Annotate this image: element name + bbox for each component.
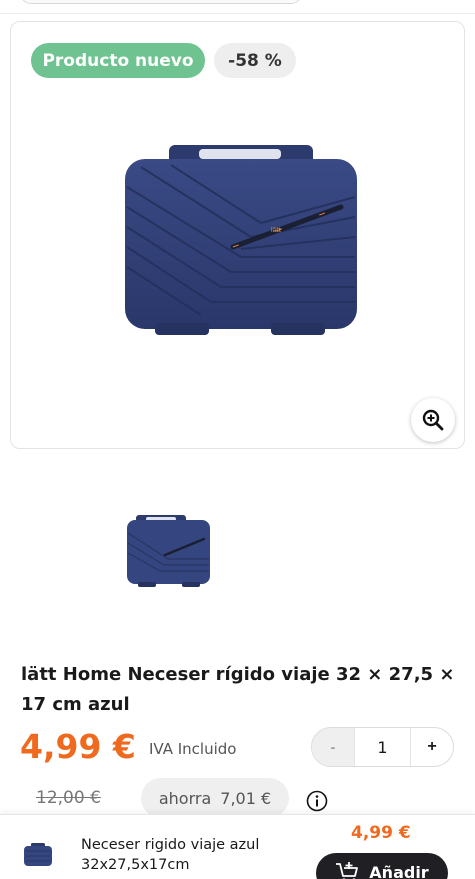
info-icon[interactable] — [306, 790, 328, 812]
new-product-badge: Producto nuevo — [31, 43, 205, 78]
add-to-cart-label: Añadir — [369, 863, 429, 879]
sticky-product-price: 4,99 € — [351, 823, 411, 843]
cart-add-icon — [336, 862, 359, 879]
sticky-product-name: Neceser rigido viaje azul 32x27,5x17cm — [81, 837, 260, 873]
add-to-cart-button[interactable]: Añadir — [316, 853, 448, 879]
quantity-decrease-button[interactable]: - — [312, 728, 354, 766]
discount-badge: -58 % — [214, 43, 296, 78]
quantity-value[interactable]: 1 — [354, 728, 411, 766]
savings-amount: 7,01 € — [220, 788, 272, 808]
sticky-product-thumbnail — [24, 843, 52, 866]
old-price: 12,00 € — [36, 788, 101, 808]
savings-label: ahorra — [158, 788, 212, 808]
quantity-increase-button[interactable]: + — [411, 728, 453, 766]
top-search-strip — [0, 0, 475, 14]
thumbnail-image — [127, 515, 210, 587]
savings-badge: ahorra 7,01 € — [141, 778, 289, 818]
brand-print: lätt — [271, 227, 282, 234]
search-bar-edge[interactable] — [20, 0, 302, 4]
product-price: 4,99 € — [20, 727, 136, 766]
vat-note: IVA Incluido — [149, 740, 237, 758]
product-thumbnail[interactable] — [100, 505, 220, 595]
product-image-card[interactable]: Producto nuevo -58 % lätt — [10, 21, 465, 449]
quantity-stepper[interactable]: - 1 + — [311, 727, 454, 767]
product-title: lätt Home Neceser rígido viaje 32 × 27,5… — [21, 664, 455, 715]
zoom-in-icon — [422, 409, 444, 431]
zoom-button[interactable] — [411, 398, 455, 442]
sticky-add-to-cart-bar: Neceser rigido viaje azul 32x27,5x17cm 4… — [0, 814, 475, 879]
product-image: lätt — [125, 145, 357, 335]
